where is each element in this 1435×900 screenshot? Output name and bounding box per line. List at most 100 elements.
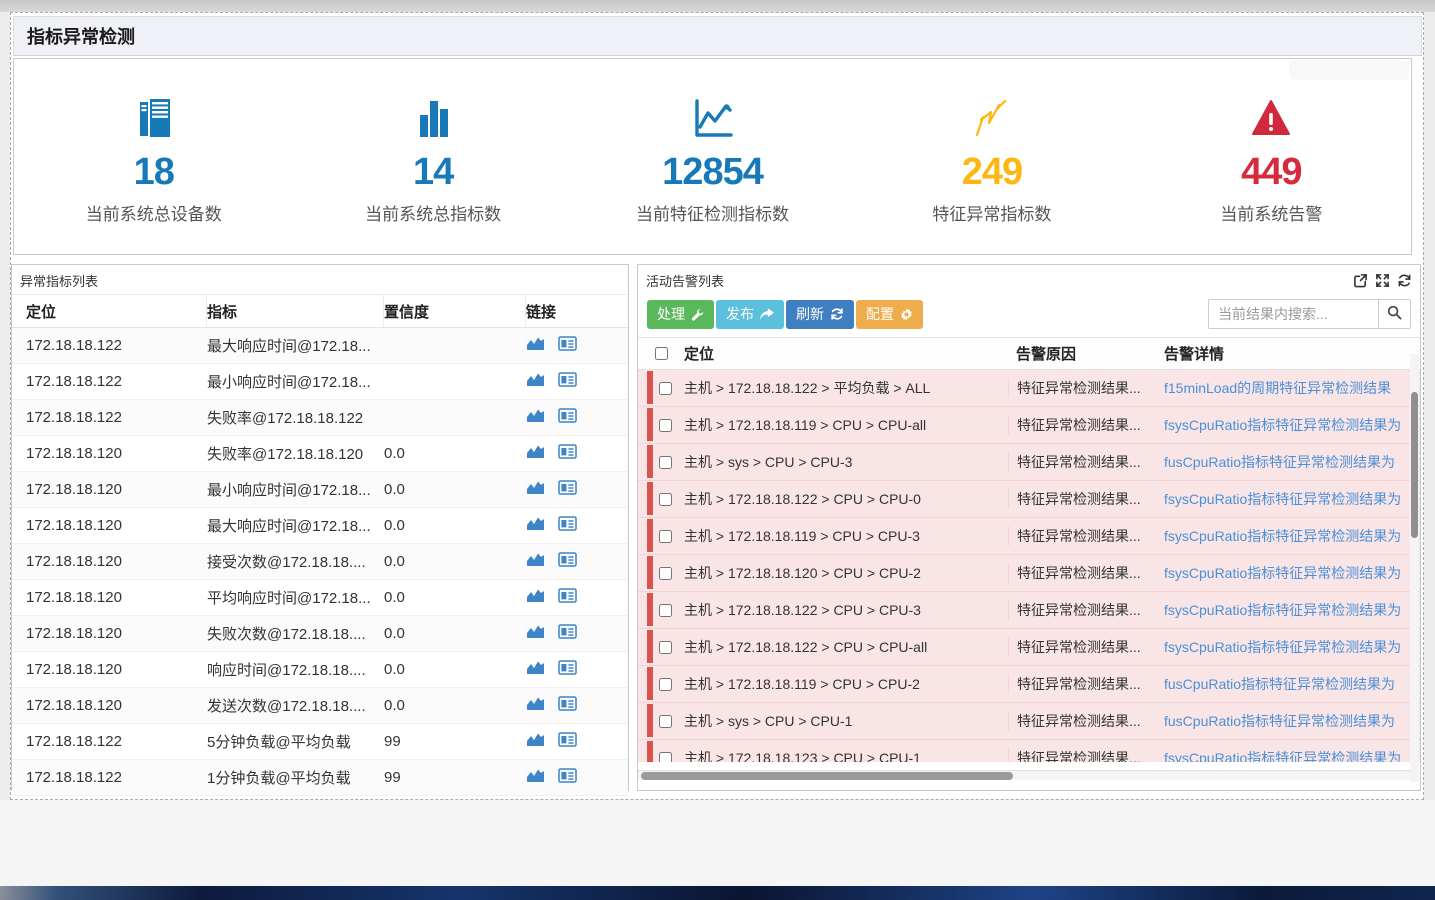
metric-confidence: 0.0 [384,697,526,714]
pulse-icon [969,97,1015,144]
detail-doc-icon[interactable] [558,444,577,463]
row-checkbox[interactable] [659,530,672,543]
search-button[interactable] [1378,299,1411,329]
row-checkbox[interactable] [659,456,672,469]
metric-name: 失败次数@172.18.18.... [207,623,384,644]
vertical-scrollbar-thumb[interactable] [1411,392,1418,538]
alarm-detail-link[interactable]: fsysCpuRatio指标特征异常检测结果为 [1156,489,1420,509]
row-checkbox[interactable] [659,419,672,432]
area-chart-icon[interactable] [526,372,545,391]
metric-location: 172.18.18.120 [26,517,207,534]
area-chart-icon[interactable] [526,660,545,679]
alarm-detail-link[interactable]: fusCpuRatio指标特征异常检测结果为 [1156,452,1420,472]
area-chart-icon[interactable] [526,480,545,499]
row-checkbox[interactable] [659,715,672,728]
severity-bar [647,630,653,663]
alarm-detail-link[interactable]: fsysCpuRatio指标特征异常检测结果为 [1156,415,1420,435]
metric-name: 发送次数@172.18.18.... [207,695,384,716]
alarm-detail-link[interactable]: fusCpuRatio指标特征异常检测结果为 [1156,674,1420,694]
metric-confidence: 0.0 [384,445,526,462]
metric-list-panel: 异常指标列表 定位 指标 置信度 链接 172.18.18.122最大响应时间@… [11,264,629,791]
metric-table-row: 172.18.18.122最大响应时间@172.18... [12,328,628,364]
metric-name: 最大响应时间@172.18... [207,335,384,356]
row-checkbox[interactable] [659,678,672,691]
detail-doc-icon[interactable] [558,336,577,355]
severity-bar [647,593,653,626]
detail-doc-icon[interactable] [558,624,577,643]
wrench-icon [691,308,704,321]
metric-name: 平均响应时间@172.18... [207,587,384,608]
detail-doc-icon[interactable] [558,588,577,607]
area-chart-icon[interactable] [526,588,545,607]
alarm-detail-link[interactable]: fsysCpuRatio指标特征异常检测结果为 [1156,748,1420,762]
horizontal-scrollbar-thumb[interactable] [641,772,1013,780]
alarm-detail-link[interactable]: fusCpuRatio指标特征异常检测结果为 [1156,711,1420,731]
refresh-button[interactable]: 刷新 [786,300,854,329]
metric-table-row: 172.18.18.120平均响应时间@172.18...0.0 [12,580,628,616]
detail-doc-icon[interactable] [558,552,577,571]
alarm-reason: 特征异常检测结果... [1008,748,1156,762]
detail-doc-icon[interactable] [558,372,577,391]
metric-links [526,732,628,751]
area-chart-icon[interactable] [526,552,545,571]
refresh-icon[interactable] [1397,273,1412,288]
row-checkbox[interactable] [659,641,672,654]
area-chart-icon[interactable] [526,516,545,535]
area-chart-icon[interactable] [526,768,545,787]
severity-bar [647,741,653,762]
detail-doc-icon[interactable] [558,480,577,499]
alarm-detail-link[interactable]: f15minLoad的周期特征异常检测结果 [1156,378,1420,398]
config-button[interactable]: 配置 [856,300,923,329]
alarm-table-row: 主机 > 172.18.18.122 > CPU > CPU-all特征异常检测… [638,629,1420,666]
refresh-icon [830,307,844,321]
publish-button[interactable]: 发布 [716,300,784,329]
detail-doc-icon[interactable] [558,696,577,715]
stat-value: 18 [134,153,174,191]
detail-doc-icon[interactable] [558,732,577,751]
detail-doc-icon[interactable] [558,768,577,787]
detail-doc-icon[interactable] [558,660,577,679]
alarm-detail-link[interactable]: fsysCpuRatio指标特征异常检测结果为 [1156,637,1420,657]
metric-links [526,588,628,607]
row-checkbox[interactable] [659,493,672,506]
area-chart-icon[interactable] [526,732,545,751]
detail-doc-icon[interactable] [558,516,577,535]
horizontal-scrollbar[interactable] [638,770,1410,780]
vertical-scrollbar[interactable] [1410,354,1419,782]
export-icon[interactable] [1353,273,1368,288]
alarm-detail-link[interactable]: fsysCpuRatio指标特征异常检测结果为 [1156,526,1420,546]
severity-bar [647,556,653,589]
row-checkbox[interactable] [659,567,672,580]
metric-links [526,408,628,427]
expand-icon[interactable] [1375,273,1390,288]
share-icon [760,308,774,321]
area-chart-icon[interactable] [526,444,545,463]
row-checkbox[interactable] [659,382,672,395]
screenshot-canvas: 指标异常检测 18 当前系统总设备数 14 当前系统总指标数 12854 当前特… [10,12,1424,800]
alarm-location: 主机 > 172.18.18.122 > 平均负载 > ALL [684,378,1008,398]
alarm-table-row: 主机 > sys > CPU > CPU-1特征异常检测结果...fusCpuR… [638,703,1420,740]
alarm-location: 主机 > 172.18.18.119 > CPU > CPU-all [684,415,1008,435]
detail-doc-icon[interactable] [558,408,577,427]
alarm-reason: 特征异常检测结果... [1008,526,1156,546]
alarm-detail-link[interactable]: fsysCpuRatio指标特征异常检测结果为 [1156,600,1420,620]
col-location: 定位 [26,295,207,327]
row-checkbox[interactable] [659,604,672,617]
area-chart-icon[interactable] [526,336,545,355]
stat-total-devices: 18 当前系统总设备数 [14,59,293,254]
metric-location: 172.18.18.122 [26,769,207,786]
handle-button[interactable]: 处理 [647,300,714,329]
stat-feature-metrics: 12854 当前特征检测指标数 [573,59,852,254]
area-chart-icon[interactable] [526,696,545,715]
search-input[interactable] [1208,299,1378,329]
row-checkbox[interactable] [659,752,672,763]
alarm-detail-link[interactable]: fsysCpuRatio指标特征异常检测结果为 [1156,563,1420,583]
alarm-reason: 特征异常检测结果... [1008,600,1156,620]
metric-links [526,660,628,679]
alarm-location: 主机 > 172.18.18.122 > CPU > CPU-3 [684,600,1008,620]
area-chart-icon[interactable] [526,408,545,427]
area-chart-icon[interactable] [526,624,545,643]
stat-value: 449 [1241,153,1301,191]
alarm-location: 主机 > 172.18.18.122 > CPU > CPU-0 [684,489,1008,509]
select-all-checkbox[interactable] [655,347,668,360]
